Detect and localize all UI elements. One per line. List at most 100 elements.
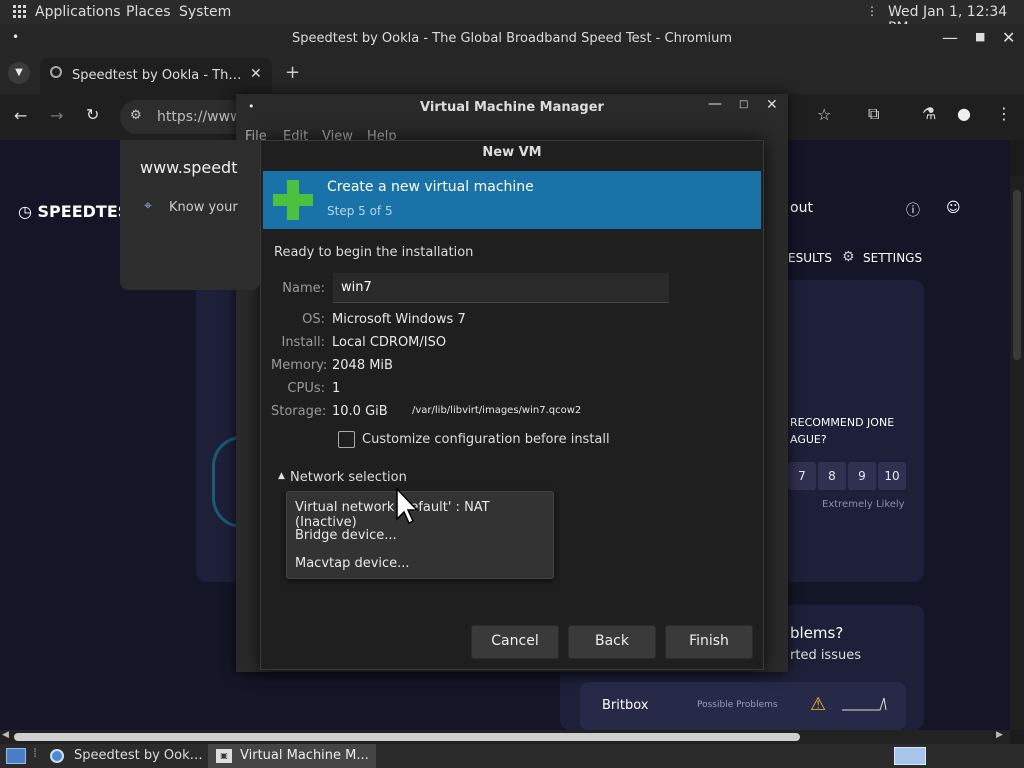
omnibox-url[interactable]: https://www — [157, 109, 242, 125]
page-scrollbar[interactable] — [1010, 176, 1024, 730]
wizard-header-title: Create a new virtual machine — [327, 179, 534, 195]
cancel-button[interactable]: Cancel — [471, 625, 559, 659]
finish-button[interactable]: Finish — [665, 625, 753, 659]
customize-label[interactable]: Customize configuration before install — [362, 432, 610, 447]
tab-close-icon[interactable]: ✕ — [250, 66, 262, 82]
install-label: Install: — [281, 335, 325, 350]
maximize-icon[interactable]: ■ — [975, 30, 985, 43]
h-scroll-right-icon[interactable]: ▶ — [996, 730, 1003, 740]
install-value: Local CDROM/ISO — [332, 335, 447, 350]
omnibox-dropdown: www.speedt ⌖ Know your — [120, 140, 260, 290]
tab-favicon-icon — [50, 66, 62, 78]
bookmark-star-icon[interactable]: ☆ — [817, 105, 831, 124]
new-vm-dialog: New VM Create a new virtual machine Step… — [260, 140, 764, 670]
h-scroll-thumb[interactable] — [14, 733, 800, 741]
account-icon[interactable]: ☺ — [946, 200, 961, 216]
sparkline-icon — [842, 697, 887, 711]
network-selection-expander[interactable]: Network selection — [290, 470, 407, 485]
forward-arrow-icon[interactable]: → — [50, 106, 63, 125]
applications-menu[interactable]: Applications — [35, 4, 121, 20]
name-input[interactable]: win7 — [333, 273, 669, 303]
tab-speedtest[interactable]: Speedtest by Ookla - The Global Broadban… — [40, 58, 272, 94]
places-menu[interactable]: Places — [126, 4, 171, 20]
vmm-maximize-icon[interactable]: □ — [739, 99, 748, 110]
os-label: OS: — [302, 312, 325, 327]
back-button[interactable]: Back — [568, 625, 656, 659]
apps-grid-icon[interactable] — [13, 5, 27, 19]
taskbar-item-vmm[interactable]: ▣ Virtual Machine M... — [208, 744, 376, 768]
score-8[interactable]: 8 — [818, 462, 846, 490]
tab-strip: ▼ Speedtest by Ookla - The Global Broadb… — [0, 56, 1024, 94]
vmm-title: Virtual Machine Manager — [420, 100, 604, 115]
score-10[interactable]: 10 — [878, 462, 906, 490]
memory-label: Memory: — [271, 358, 328, 373]
taskbar-item-label: Virtual Machine M... — [240, 748, 369, 763]
expander-triangle-icon[interactable]: ▲ — [278, 471, 285, 481]
settings-link[interactable]: SETTINGS — [863, 251, 922, 265]
help-icon[interactable]: ⓘ — [906, 200, 920, 220]
chromium-icon — [50, 749, 64, 763]
network-option-default[interactable]: Virtual network 'default' : NAT (Inactiv… — [295, 500, 553, 530]
new-tab-plus-icon[interactable]: + — [285, 62, 300, 83]
cpus-label: CPUs: — [287, 381, 325, 396]
score-7[interactable]: 7 — [788, 462, 816, 490]
name-input-value: win7 — [341, 280, 372, 295]
system-menu[interactable]: System — [179, 4, 231, 20]
omnibox-suggest-hint[interactable]: Know your — [169, 200, 238, 215]
storage-label: Storage: — [271, 404, 327, 419]
taskbar-handle-icon: ⁞ — [33, 746, 38, 761]
h-scroll-left-icon[interactable]: ◀ — [2, 730, 9, 740]
chrome-window-title: Speedtest by Ookla - The Global Broadban… — [291, 31, 733, 46]
problems-title: blems? — [790, 624, 844, 642]
green-plus-icon — [273, 180, 313, 220]
service-row[interactable]: Britbox Possible Problems ⚠ — [580, 682, 906, 730]
mouse-cursor-icon — [396, 487, 419, 525]
vmm-app-icon: ▣ — [216, 749, 232, 763]
page-h-scrollbar[interactable]: ◀ ▶ — [0, 730, 1010, 744]
site-info-icon[interactable]: ⚙ — [130, 108, 142, 123]
extremely-likely-label: Extremely Likely — [822, 499, 905, 510]
settings-gear-icon[interactable]: ⚙ — [842, 249, 855, 265]
possible-problems-label: Possible Problems — [697, 700, 778, 710]
network-option-bridge[interactable]: Bridge device... — [295, 528, 397, 543]
wizard-step: Step 5 of 5 — [327, 204, 393, 218]
show-desktop-icon[interactable] — [6, 748, 26, 764]
profile-icon[interactable]: ● — [957, 104, 971, 123]
memory-value: 2048 MiB — [332, 358, 393, 373]
warning-icon: ⚠ — [810, 694, 827, 715]
new-vm-title: New VM — [482, 145, 542, 160]
page-scrollbar-thumb[interactable] — [1013, 190, 1021, 360]
labs-flask-icon[interactable]: ⚗ — [922, 104, 936, 123]
storage-size: 10.0 GiB — [332, 404, 388, 419]
top-panel: Applications Places System ⋮ Wed Jan 1, … — [0, 0, 1024, 36]
close-icon[interactable]: ✕ — [1002, 28, 1015, 47]
minimize-icon[interactable]: — — [942, 28, 958, 47]
score-9[interactable]: 9 — [848, 462, 876, 490]
customize-checkbox[interactable] — [338, 431, 355, 448]
tab-search-chevron-icon[interactable]: ▼ — [8, 62, 30, 84]
back-arrow-icon[interactable]: ← — [14, 106, 27, 125]
problems-sub: rted issues — [790, 648, 861, 663]
wizard-header: Create a new virtual machine Step 5 of 5 — [263, 171, 761, 229]
vmm-close-icon[interactable]: ✕ — [766, 97, 778, 113]
recommend-line1: RECOMMEND JONE — [790, 416, 895, 429]
chrome-menu-icon[interactable]: ⋮ — [996, 104, 1012, 123]
results-link[interactable]: ESULTS — [788, 251, 832, 265]
panel-menu-icon[interactable]: ⋮ — [866, 4, 878, 18]
extensions-puzzle-icon[interactable]: ⧉ — [868, 104, 879, 124]
ready-label: Ready to begin the installation — [274, 245, 474, 260]
reload-icon[interactable]: ↻ — [86, 105, 99, 124]
location-pin-icon: ⌖ — [144, 198, 152, 214]
vmm-minimize-icon[interactable]: — — [708, 96, 722, 112]
storage-path: /var/lib/libvirt/images/win7.qcow2 — [412, 405, 582, 416]
tab-title: Speedtest by Ookla - The Global Broadban… — [72, 68, 244, 83]
taskbar-item-label: Speedtest by Ookl... — [74, 748, 204, 763]
nav-about-link[interactable]: out — [790, 200, 813, 216]
network-option-macvtap[interactable]: Macvtap device... — [295, 556, 410, 571]
omnibox-suggest-domain[interactable]: www.speedt — [140, 158, 237, 177]
omnibox[interactable]: ⚙ https://www — [120, 100, 250, 134]
service-name: Britbox — [602, 698, 649, 713]
taskbar-item-chromium[interactable]: Speedtest by Ookl... — [44, 744, 204, 768]
bottom-taskbar: ⁞ Speedtest by Ookl... ▣ Virtual Machine… — [0, 744, 1024, 768]
workspace-switcher[interactable] — [894, 747, 926, 765]
